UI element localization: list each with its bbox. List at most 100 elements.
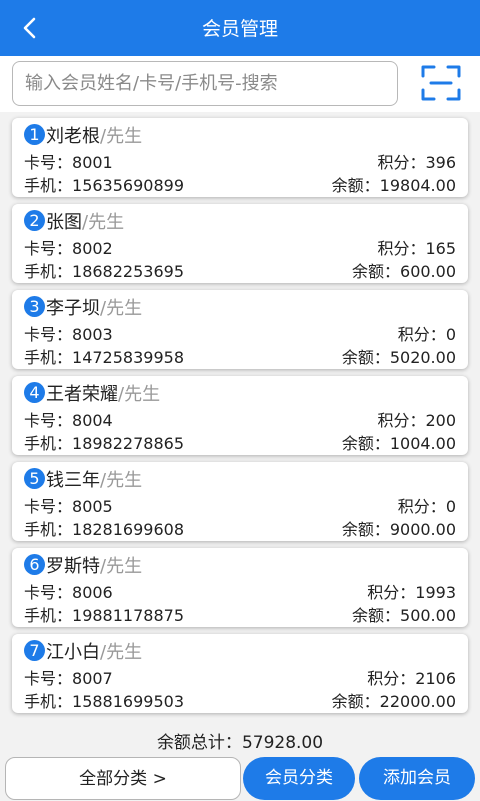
phone-label: 手机：	[24, 434, 73, 453]
member-card-row: 卡号：8006 积分：1993	[24, 579, 456, 603]
points-value: 1993	[415, 583, 456, 602]
search-input[interactable]	[12, 61, 398, 106]
member-category-button[interactable]: 会员分类	[243, 757, 355, 800]
points-value: 165	[425, 239, 456, 258]
points-group: 积分：200	[377, 407, 456, 431]
member-name: 江小白	[46, 642, 100, 663]
member-title: /先生	[100, 470, 143, 491]
member-index-badge: 1	[24, 124, 45, 145]
member-name: 钱三年	[46, 470, 100, 491]
card-number-label: 卡号：	[24, 153, 73, 172]
points-group: 积分：0	[398, 321, 456, 345]
member-contact-row: 手机：18281699608 余额：9000.00	[24, 516, 456, 540]
member-name-line: 李子坝/先生	[46, 294, 142, 320]
phone-number: 18682253695	[72, 262, 184, 281]
member-name-line: 江小白/先生	[46, 638, 142, 664]
member-card[interactable]: 4 王者荣耀/先生卡号：8004 积分：200 手机：18982278865 余额：10…	[12, 376, 468, 455]
phone-number: 15635690899	[72, 176, 184, 195]
balance-value: 9000.00	[389, 520, 456, 539]
card-number-label: 卡号：	[24, 669, 73, 688]
points-group: 积分：1993	[367, 579, 456, 603]
balance-value: 5020.00	[389, 348, 456, 367]
member-card[interactable]: 3 李子坝/先生 卡号：8003 积分：0 手机：14725839958 余额：5020.…	[12, 290, 468, 369]
balance-value: 600.00	[400, 262, 456, 281]
points-group: 积分：396	[377, 149, 456, 173]
balance-label: 余额：	[331, 692, 380, 711]
member-card[interactable]: 5 钱三年/先生 卡号：8005 积分：0 手机：18281699608 余额：9000.…	[12, 462, 468, 541]
card-number: 8004	[72, 411, 113, 430]
member-title: /先生	[100, 556, 143, 577]
balance-value: 1004.00	[389, 434, 456, 453]
member-card-row: 卡号：8004 积分：200	[24, 407, 456, 431]
member-name: 刘老根	[46, 126, 100, 147]
member-card-row: 卡号：8007 积分：2106	[24, 665, 456, 689]
card-number-label: 卡号：	[24, 325, 73, 344]
balance-label: 余额：	[341, 434, 390, 453]
member-contact-row: 手机：14725839958 余额：5020.00	[24, 344, 456, 368]
card-number: 8002	[72, 239, 113, 258]
member-name-line: 王者荣耀/先生	[46, 380, 160, 406]
member-index-badge: 4	[24, 382, 45, 403]
member-contact-row: 手机：18682253695 余额：600.00	[24, 258, 456, 282]
points-value: 200	[425, 411, 456, 430]
phone-number: 19881178875	[72, 606, 184, 625]
member-title: /先生	[100, 126, 143, 147]
points-label: 积分：	[397, 325, 446, 344]
balance-group: 余额：500.00	[352, 602, 456, 626]
member-title: /先生	[118, 384, 161, 405]
phone-number: 15881699503	[72, 692, 184, 711]
member-index-badge: 5	[24, 468, 45, 489]
member-index-badge: 2	[24, 210, 45, 231]
balance-group: 余额：9000.00	[342, 516, 456, 540]
member-list: 1 刘老根/先生 卡号：8001 积分：396 手机：15635690899 余额：198…	[12, 118, 468, 720]
card-number: 8005	[72, 497, 113, 516]
points-value: 396	[425, 153, 456, 172]
card-number-label: 卡号：	[24, 239, 73, 258]
member-title: /先生	[100, 298, 143, 319]
page-title: 会员管理	[201, 18, 278, 40]
member-name: 罗斯特	[46, 556, 100, 577]
balance-group: 余额：600.00	[352, 258, 456, 282]
points-label: 积分：	[377, 153, 426, 172]
balance-label: 余额：	[352, 606, 401, 625]
phone-number: 18281699608	[72, 520, 184, 539]
bottom-bar: 全部分类 > 会员分类 添加会员	[0, 756, 480, 800]
all-category-button[interactable]: 全部分类 >	[5, 757, 241, 800]
member-contact-row: 手机：15881699503 余额：22000.00	[24, 688, 456, 712]
add-member-button[interactable]: 添加会员	[359, 757, 475, 800]
card-number-label: 卡号：	[24, 583, 73, 602]
card-number: 8001	[72, 153, 113, 172]
points-label: 积分：	[397, 497, 446, 516]
member-index-badge: 7	[24, 640, 45, 661]
balance-label: 余额：	[331, 176, 380, 195]
balance-group: 余额：5020.00	[342, 344, 456, 368]
balance-value: 19804.00	[379, 176, 456, 195]
back-button[interactable]	[14, 12, 46, 44]
member-name: 李子坝	[46, 298, 100, 319]
member-name: 张图	[46, 212, 82, 233]
member-contact-row: 手机：18982278865 余额：1004.00	[24, 430, 456, 454]
points-label: 积分：	[377, 411, 426, 430]
phone-label: 手机：	[24, 348, 73, 367]
member-name-line: 张图/先生	[46, 208, 124, 234]
balance-total-label: 余额总计：	[156, 733, 242, 753]
scan-button[interactable]	[420, 64, 462, 102]
member-card[interactable]: 2 张图/先生 卡号：8002 积分：165 手机：18682253695 余额：600.…	[12, 204, 468, 283]
member-name-line: 钱三年/先生	[46, 466, 142, 492]
balance-total-value: 57928.00	[241, 733, 324, 753]
member-card[interactable]: 7 江小白/先生 卡号：8007 积分：2106 手机：15881699503 余额：22…	[12, 634, 468, 713]
card-number: 8006	[72, 583, 113, 602]
phone-label: 手机：	[24, 606, 73, 625]
app-header: 会员管理	[0, 0, 480, 56]
card-number-label: 卡号：	[24, 411, 73, 430]
balance-label: 余额：	[341, 520, 390, 539]
member-card[interactable]: 6 罗斯特/先生 卡号：8006 积分：1993 手机：19881178875 余额：50…	[12, 548, 468, 627]
member-card[interactable]: 1 刘老根/先生 卡号：8001 积分：396 手机：15635690899 余额：198…	[12, 118, 468, 197]
balance-value: 22000.00	[379, 692, 456, 711]
member-name-line: 罗斯特/先生	[46, 552, 142, 578]
points-label: 积分：	[367, 669, 416, 688]
phone-number: 18982278865	[72, 434, 184, 453]
balance-group: 余额：1004.00	[342, 430, 456, 454]
card-number-label: 卡号：	[24, 497, 73, 516]
balance-group: 余额：22000.00	[332, 688, 456, 712]
